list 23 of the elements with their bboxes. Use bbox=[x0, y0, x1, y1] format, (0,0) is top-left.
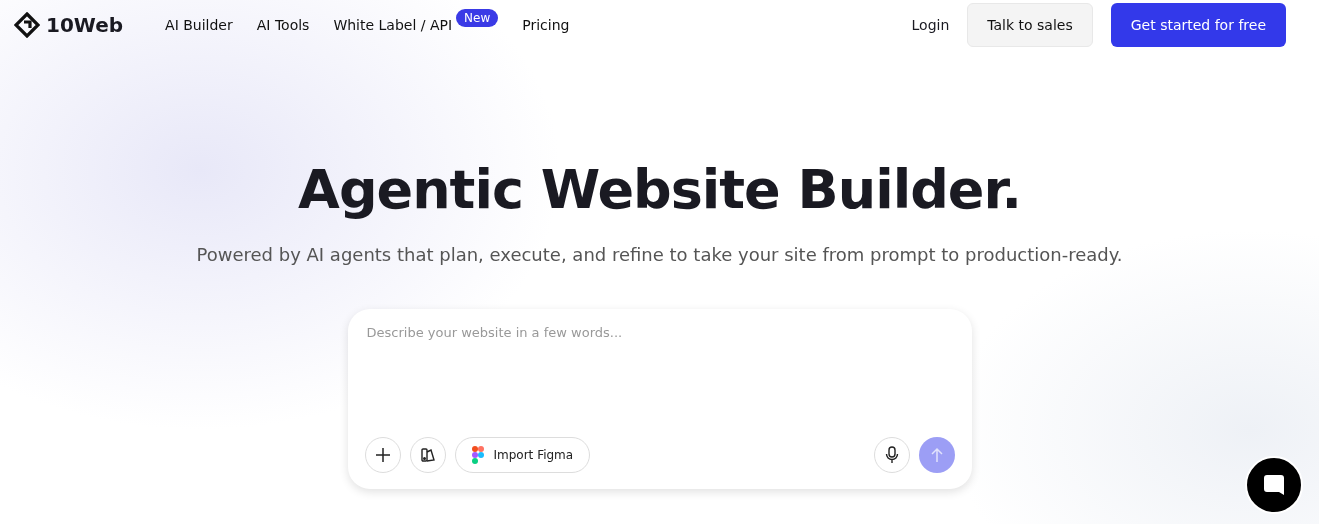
logo-icon[interactable] bbox=[14, 12, 40, 38]
microphone-icon bbox=[884, 446, 899, 464]
nav-link[interactable]: White Label / API bbox=[333, 17, 453, 33]
plus-icon bbox=[374, 447, 391, 463]
new-badge: New bbox=[456, 9, 499, 27]
hero-subtitle: Powered by AI agents that plan, execute, and refine to take your site from prompt to production-ready. bbox=[195, 244, 1124, 265]
nav-link[interactable]: AI Tools bbox=[256, 17, 310, 33]
talk-to-sales-button[interactable]: Talk to sales bbox=[967, 3, 1093, 47]
microphone-button[interactable] bbox=[873, 437, 910, 473]
hero-title: Agentic Website Builder. bbox=[297, 158, 1022, 222]
import-figma-button[interactable]: Import Figma bbox=[454, 437, 591, 473]
nav-link[interactable]: AI Builder bbox=[165, 17, 233, 33]
swatch-icon bbox=[419, 447, 436, 463]
add-button[interactable] bbox=[364, 437, 401, 473]
figma-icon bbox=[471, 446, 484, 464]
palette-button[interactable] bbox=[409, 437, 446, 473]
nav-link[interactable]: Pricing bbox=[522, 17, 570, 33]
login-link[interactable]: Login bbox=[911, 17, 950, 33]
chat-bubble-icon bbox=[1263, 474, 1285, 496]
logo-text[interactable]: 10Web bbox=[46, 13, 124, 37]
prompt-field[interactable]: Describe your website in a few words... bbox=[364, 323, 955, 437]
get-started-button[interactable]: Get started for free bbox=[1110, 3, 1286, 47]
arrow-up-icon bbox=[929, 447, 944, 463]
